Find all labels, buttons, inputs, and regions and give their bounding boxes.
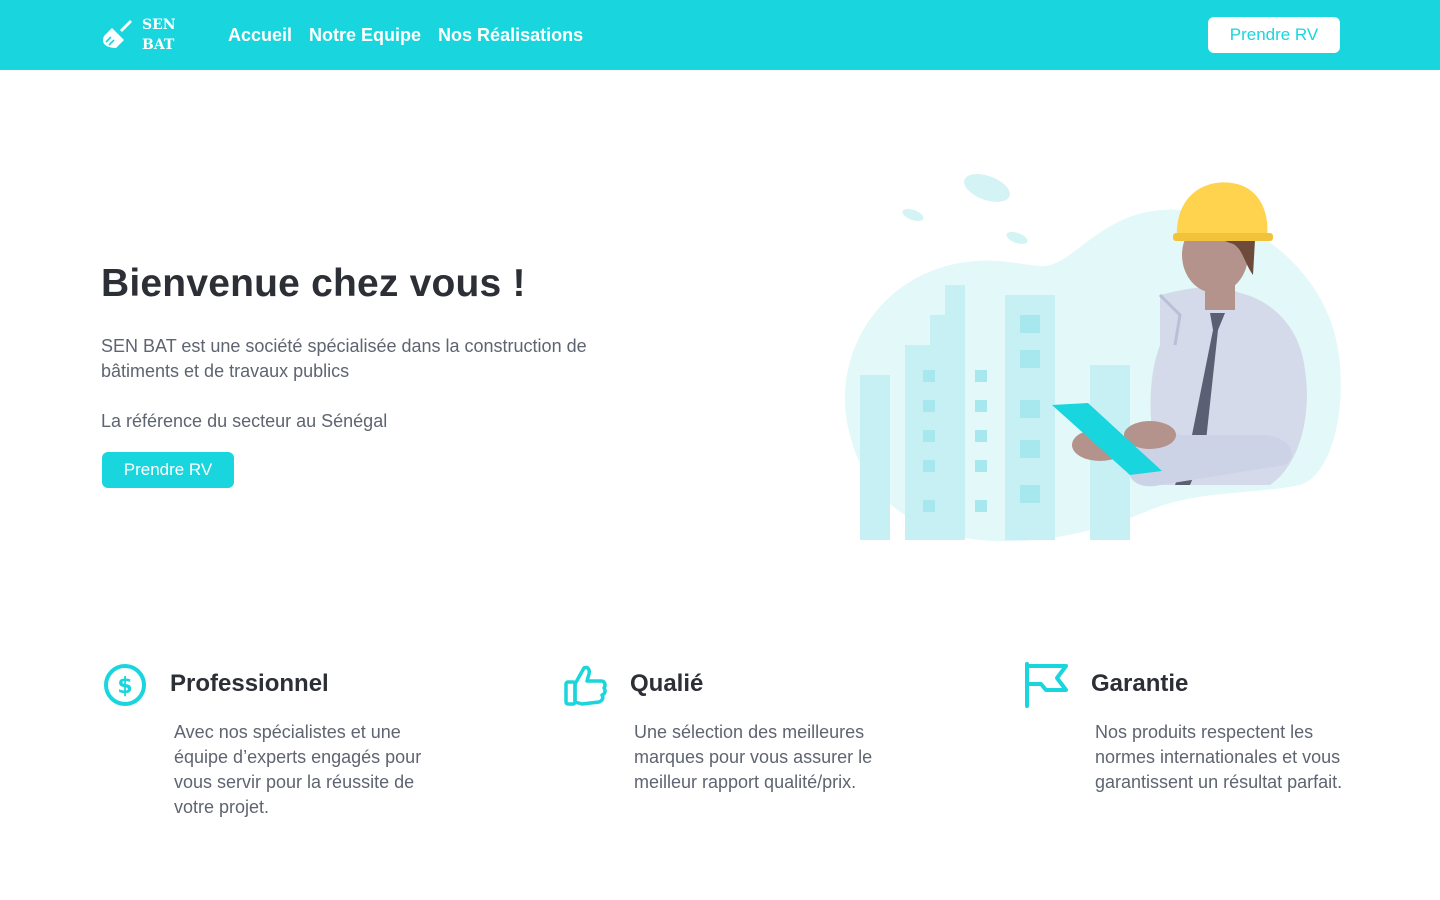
feature-professionnel: $ Professionnel Avec nos spécialistes et…	[101, 660, 481, 840]
thumbs-up-icon	[564, 665, 607, 706]
nav-link-notre-equipe[interactable]: Notre Equipe	[309, 24, 421, 46]
feature-title: Professionnel	[170, 670, 329, 697]
flag-icon	[1025, 662, 1068, 708]
nav-link-nos-realisations[interactable]: Nos Réalisations	[438, 24, 583, 46]
hero-reference: La référence du secteur au Sénégal	[101, 411, 388, 431]
nav-link-accueil[interactable]: Accueil	[228, 24, 292, 46]
nav-prendre-rv-button[interactable]: Prendre RV	[1208, 17, 1340, 53]
broom-icon	[103, 20, 132, 48]
logo-line2: BAT	[142, 37, 175, 53]
navbar: SEN BAT Accueil Notre Equipe Nos Réalisa…	[0, 0, 1440, 70]
logo-line1: SEN	[142, 17, 176, 33]
logo-text: SEN BAT	[142, 15, 176, 55]
hero-illustration	[844, 174, 1341, 542]
svg-text:$: $	[117, 674, 132, 699]
feature-garantie: Garantie Nos produits respectent les nor…	[1022, 660, 1402, 840]
nav-links: Accueil Notre Equipe Nos Réalisations	[228, 24, 583, 46]
hero-prendre-rv-button[interactable]: Prendre RV	[102, 452, 234, 488]
logo[interactable]: SEN BAT	[100, 14, 180, 56]
feature-title: Garantie	[1091, 670, 1189, 697]
hero-title: Bienvenue chez vous !	[101, 262, 526, 305]
feature-qualite: Qualié Une sélection des meilleures marq…	[562, 660, 942, 840]
hero-description: SEN BAT est une société spécialisée dans…	[101, 336, 587, 381]
feature-title: Qualié	[630, 670, 704, 697]
feature-text: Nos produits respectent les normes inter…	[1095, 722, 1343, 792]
feature-text: Une sélection des meilleures marques pou…	[634, 722, 873, 792]
dollar-icon: $	[104, 664, 146, 706]
feature-text: Avec nos spécialistes et une équipe d’ex…	[174, 722, 422, 817]
